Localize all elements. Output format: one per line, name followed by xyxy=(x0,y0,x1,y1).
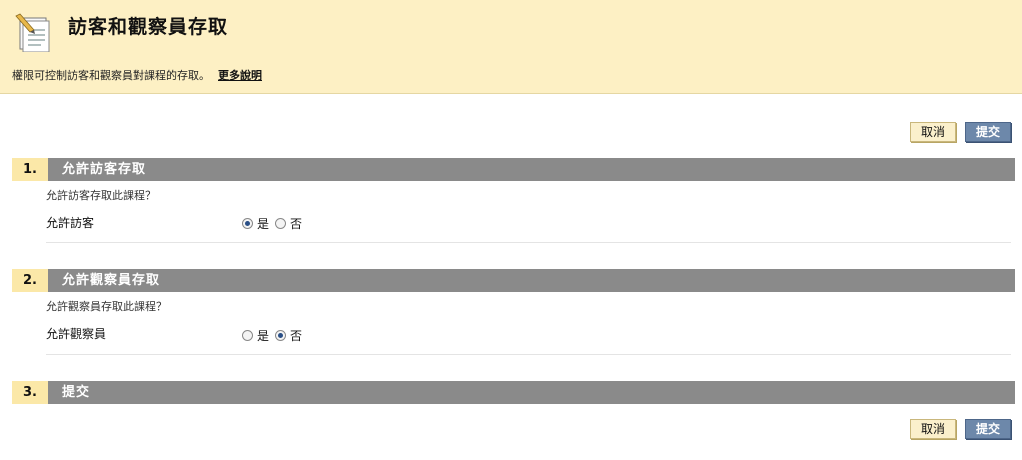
divider xyxy=(46,242,1011,243)
step-number: 3. xyxy=(12,381,48,404)
step-number: 1. xyxy=(12,158,48,181)
submit-button-top[interactable]: 提交 xyxy=(965,122,1011,142)
allow-guest-label: 允許訪客 xyxy=(46,216,95,230)
allow-guest-radio-group: 是 否 xyxy=(242,215,308,232)
allow-guest-no-radio[interactable] xyxy=(275,218,287,229)
step-1-header: 1. 允許訪客存取 xyxy=(12,158,1015,181)
cancel-button-top[interactable]: 取消 xyxy=(910,122,956,142)
more-help-link[interactable]: 更多說明 xyxy=(218,69,262,82)
page-title: 訪客和觀察員存取 xyxy=(68,16,229,38)
allow-observer-yes-radio[interactable] xyxy=(242,330,253,341)
step-title: 允許觀察員存取 xyxy=(48,269,1015,292)
description-text: 權限可控制訪客和觀察員對課程的存取。 xyxy=(12,69,210,82)
cancel-button-bottom[interactable]: 取消 xyxy=(910,419,956,439)
step-3-header: 3. 提交 xyxy=(12,381,1015,404)
allow-observer-label: 允許觀察員 xyxy=(46,327,107,341)
allow-guest-yes-radio[interactable] xyxy=(242,218,253,229)
submit-button-bottom[interactable]: 提交 xyxy=(965,419,1011,439)
page-description: 權限可控制訪客和觀察員對課程的存取。 更多說明 xyxy=(12,67,262,83)
divider xyxy=(46,354,1011,355)
allow-observer-no-radio[interactable] xyxy=(275,330,287,341)
step-title: 允許訪客存取 xyxy=(48,158,1015,181)
step-2-instruction: 允許觀察員存取此課程？ xyxy=(46,300,167,313)
allow-observer-radio-group: 是 否 xyxy=(242,327,308,344)
radio-label-yes: 是 xyxy=(257,329,270,343)
step-2-header: 2. 允許觀察員存取 xyxy=(12,269,1015,292)
page-header: 訪客和觀察員存取 權限可控制訪客和觀察員對課程的存取。 更多說明 xyxy=(0,0,1022,94)
radio-label-yes: 是 xyxy=(257,217,270,231)
radio-label-no: 否 xyxy=(290,329,303,343)
step-title: 提交 xyxy=(48,381,1015,404)
step-1-instruction: 允許訪客存取此課程？ xyxy=(46,189,156,202)
radio-label-no: 否 xyxy=(290,217,303,231)
step-number: 2. xyxy=(12,269,48,292)
document-pencil-icon xyxy=(14,12,54,53)
